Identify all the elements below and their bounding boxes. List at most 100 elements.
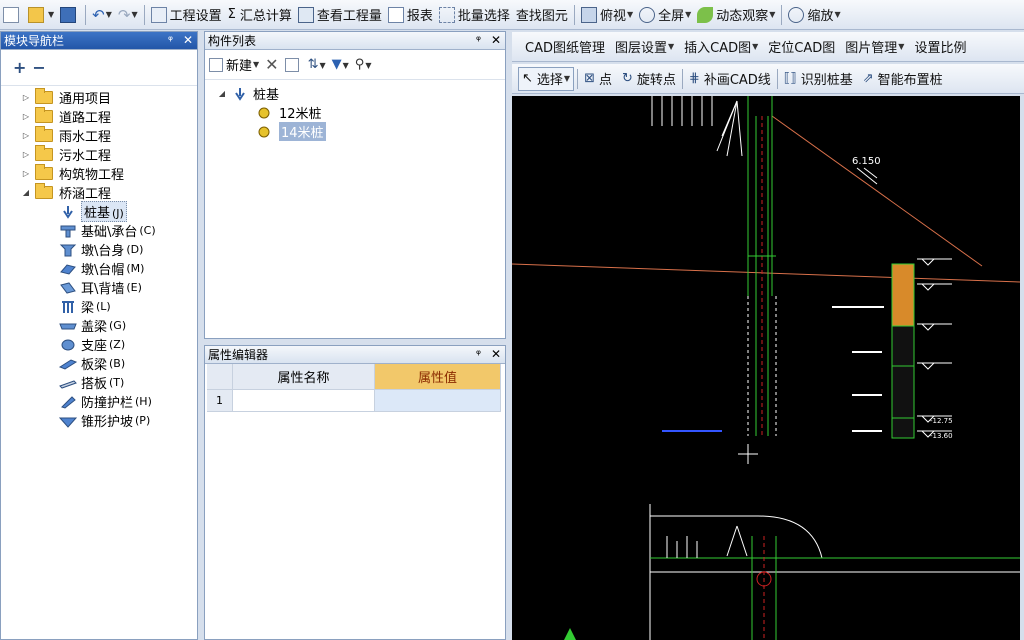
folder-label: 道路工程 <box>59 111 112 126</box>
find-element-button[interactable]: 查找图元 <box>513 3 571 27</box>
tree-item-foundation[interactable]: 基础\承台 (C) <box>1 221 197 240</box>
smart-place-pile-button[interactable]: ⇗ 智能布置桩 <box>860 67 946 91</box>
tree-item-bearing[interactable]: 支座 (Z) <box>1 335 197 354</box>
point-button[interactable]: ⊠ 点 <box>581 67 615 91</box>
gear-icon <box>257 125 275 139</box>
expand-arrow-icon[interactable]: ▷ <box>21 169 31 178</box>
report-button[interactable]: 报表 <box>385 3 436 27</box>
tree-folder-bridge[interactable]: ◢ 桥涵工程 <box>1 183 197 202</box>
locate-cad-button[interactable]: 定位CAD图 <box>765 35 838 59</box>
binoculars-icon[interactable]: ⚲▼ <box>355 57 372 72</box>
new-component-button[interactable]: 新建 ▼ <box>209 55 259 74</box>
component-item[interactable]: 12米桩 <box>217 103 505 122</box>
property-name-header: 属性名称 <box>233 364 375 390</box>
tree-folder-general[interactable]: ▷ 通用项目 <box>1 88 197 107</box>
guardrail-icon <box>59 395 77 409</box>
redo-button[interactable]: ↷ ▼ <box>115 3 141 27</box>
blue-annotation <box>662 430 722 432</box>
sort-icon[interactable]: ⇅▼ <box>308 57 326 72</box>
component-item-selected[interactable]: 14米桩 <box>217 122 505 141</box>
tree-folder-structure[interactable]: ▷ 构筑物工程 <box>1 164 197 183</box>
item-key: (P) <box>135 414 151 427</box>
close-icon[interactable]: ✕ <box>183 33 193 47</box>
insert-cad-button[interactable]: 插入CAD图 ▼ <box>681 35 761 59</box>
expand-arrow-icon[interactable]: ▷ <box>21 150 31 159</box>
project-settings-button[interactable]: 工程设置 <box>148 3 225 27</box>
property-name-cell[interactable] <box>233 390 375 412</box>
tree-item-pile[interactable]: 桩基 (J) <box>1 201 197 222</box>
tree-item-pier-cap[interactable]: 墩\台帽 (M) <box>1 259 197 278</box>
undo-button[interactable]: ↶ ▼ <box>89 3 115 27</box>
filter-icon[interactable]: ▼▼ <box>332 57 349 72</box>
save-icon <box>60 6 77 23</box>
copy-icon[interactable] <box>284 57 299 72</box>
component-item-label: 14米桩 <box>279 122 326 141</box>
new-file-button[interactable] <box>0 3 25 27</box>
toolbar-divider <box>143 4 145 25</box>
set-scale-button[interactable]: 设置比例 <box>911 35 969 59</box>
item-key: (T) <box>109 376 125 389</box>
tree-folder-road[interactable]: ▷ 道路工程 <box>1 107 197 126</box>
rotate-point-button[interactable]: ↻ 旋转点 <box>619 67 679 91</box>
expand-all-icon[interactable]: + <box>13 58 26 77</box>
open-file-button[interactable]: ▼ <box>25 3 57 27</box>
tree-item-pier-body[interactable]: 墩\台身 (D) <box>1 240 197 259</box>
pile-icon <box>59 205 77 219</box>
dynamic-view-button[interactable]: 动态观察 ▼ <box>694 3 778 27</box>
component-toolbar: 新建 ▼ ✕ ⇅▼ ▼▼ ⚲▼ <box>205 50 505 80</box>
tree-item-guardrail[interactable]: 防撞护栏 (H) <box>1 392 197 411</box>
close-icon[interactable]: ✕ <box>491 33 501 47</box>
tree-folder-sewage[interactable]: ▷ 污水工程 <box>1 145 197 164</box>
property-grid: 属性名称 属性值 1 <box>207 364 501 412</box>
collapse-arrow-icon[interactable]: ◢ <box>217 89 227 98</box>
expand-arrow-icon[interactable]: ▷ <box>21 93 31 102</box>
pin-icon[interactable]: ᵠ <box>476 33 481 47</box>
item-label: 防撞护栏 <box>81 396 134 411</box>
component-tree: ◢ 桩基 12米桩 14米桩 <box>205 80 505 141</box>
view-quantity-button[interactable]: 查看工程量 <box>295 3 385 27</box>
collapse-all-icon[interactable]: − <box>32 58 45 77</box>
tree-item-cone-slope[interactable]: 锥形护坡 (P) <box>1 411 197 430</box>
batch-select-label: 批量选择 <box>457 9 510 24</box>
expand-arrow-icon[interactable]: ▷ <box>21 131 31 140</box>
property-editor-panel: 属性编辑器 ᵠ ✕ 属性名称 属性值 1 <box>204 345 506 640</box>
delete-icon[interactable]: ✕ <box>265 55 278 74</box>
row-number: 1 <box>207 390 233 412</box>
pin-icon[interactable]: ᵠ <box>168 33 173 47</box>
zoom-button[interactable]: 缩放 ▼ <box>785 3 843 27</box>
cad-drawing-canvas[interactable]: 6.150 -12.75 -13.60 <box>512 96 1020 640</box>
cube-icon <box>580 6 597 23</box>
close-icon[interactable]: ✕ <box>491 347 501 361</box>
batch-select-button[interactable]: 批量选择 <box>436 3 513 27</box>
folder-icon <box>35 107 53 123</box>
cap-beam-icon <box>59 319 77 333</box>
tree-item-beam[interactable]: 梁 (L) <box>1 297 197 316</box>
property-value-cell[interactable] <box>375 390 501 412</box>
folder-label: 桥涵工程 <box>59 187 112 202</box>
summary-calc-button[interactable]: Σ 汇总计算 <box>225 3 295 27</box>
cad-drawing-manage-button[interactable]: CAD图纸管理 <box>522 35 608 59</box>
select-button[interactable]: ↖ 选择 ▼ <box>518 66 575 91</box>
item-key: (M) <box>126 262 145 275</box>
identify-pile-button[interactable]: ⟦⟧ 识别桩基 <box>781 67 856 91</box>
item-key: (C) <box>139 224 156 237</box>
tree-item-slab-beam[interactable]: 板梁 (B) <box>1 354 197 373</box>
layer-settings-button[interactable]: 图层设置 ▼ <box>612 35 677 59</box>
slab-beam-icon <box>58 357 78 371</box>
expand-arrow-icon[interactable]: ▷ <box>21 112 31 121</box>
tree-item-back-wall[interactable]: 耳\背墙 (E) <box>1 278 197 297</box>
fullscreen-button[interactable]: 全屏 ▼ <box>636 3 694 27</box>
pin-icon[interactable]: ᵠ <box>476 347 481 361</box>
component-root[interactable]: ◢ 桩基 <box>217 84 505 103</box>
top-view-button[interactable]: 俯视 ▼ <box>578 3 636 27</box>
component-list-title: 构件列表 <box>208 34 257 48</box>
tree-item-cap-beam[interactable]: 盖梁 (G) <box>1 316 197 335</box>
redraw-cad-line-button[interactable]: ⋕ 补画CAD线 <box>686 67 774 91</box>
collapse-arrow-icon[interactable]: ◢ <box>21 188 31 197</box>
save-button[interactable] <box>57 3 82 27</box>
tree-item-approach-slab[interactable]: 搭板 (T) <box>1 373 197 392</box>
item-label: 梁 <box>81 301 95 316</box>
image-manage-button[interactable]: 图片管理 ▼ <box>842 35 907 59</box>
tree-folder-rainwater[interactable]: ▷ 雨水工程 <box>1 126 197 145</box>
folder-icon <box>35 164 53 180</box>
